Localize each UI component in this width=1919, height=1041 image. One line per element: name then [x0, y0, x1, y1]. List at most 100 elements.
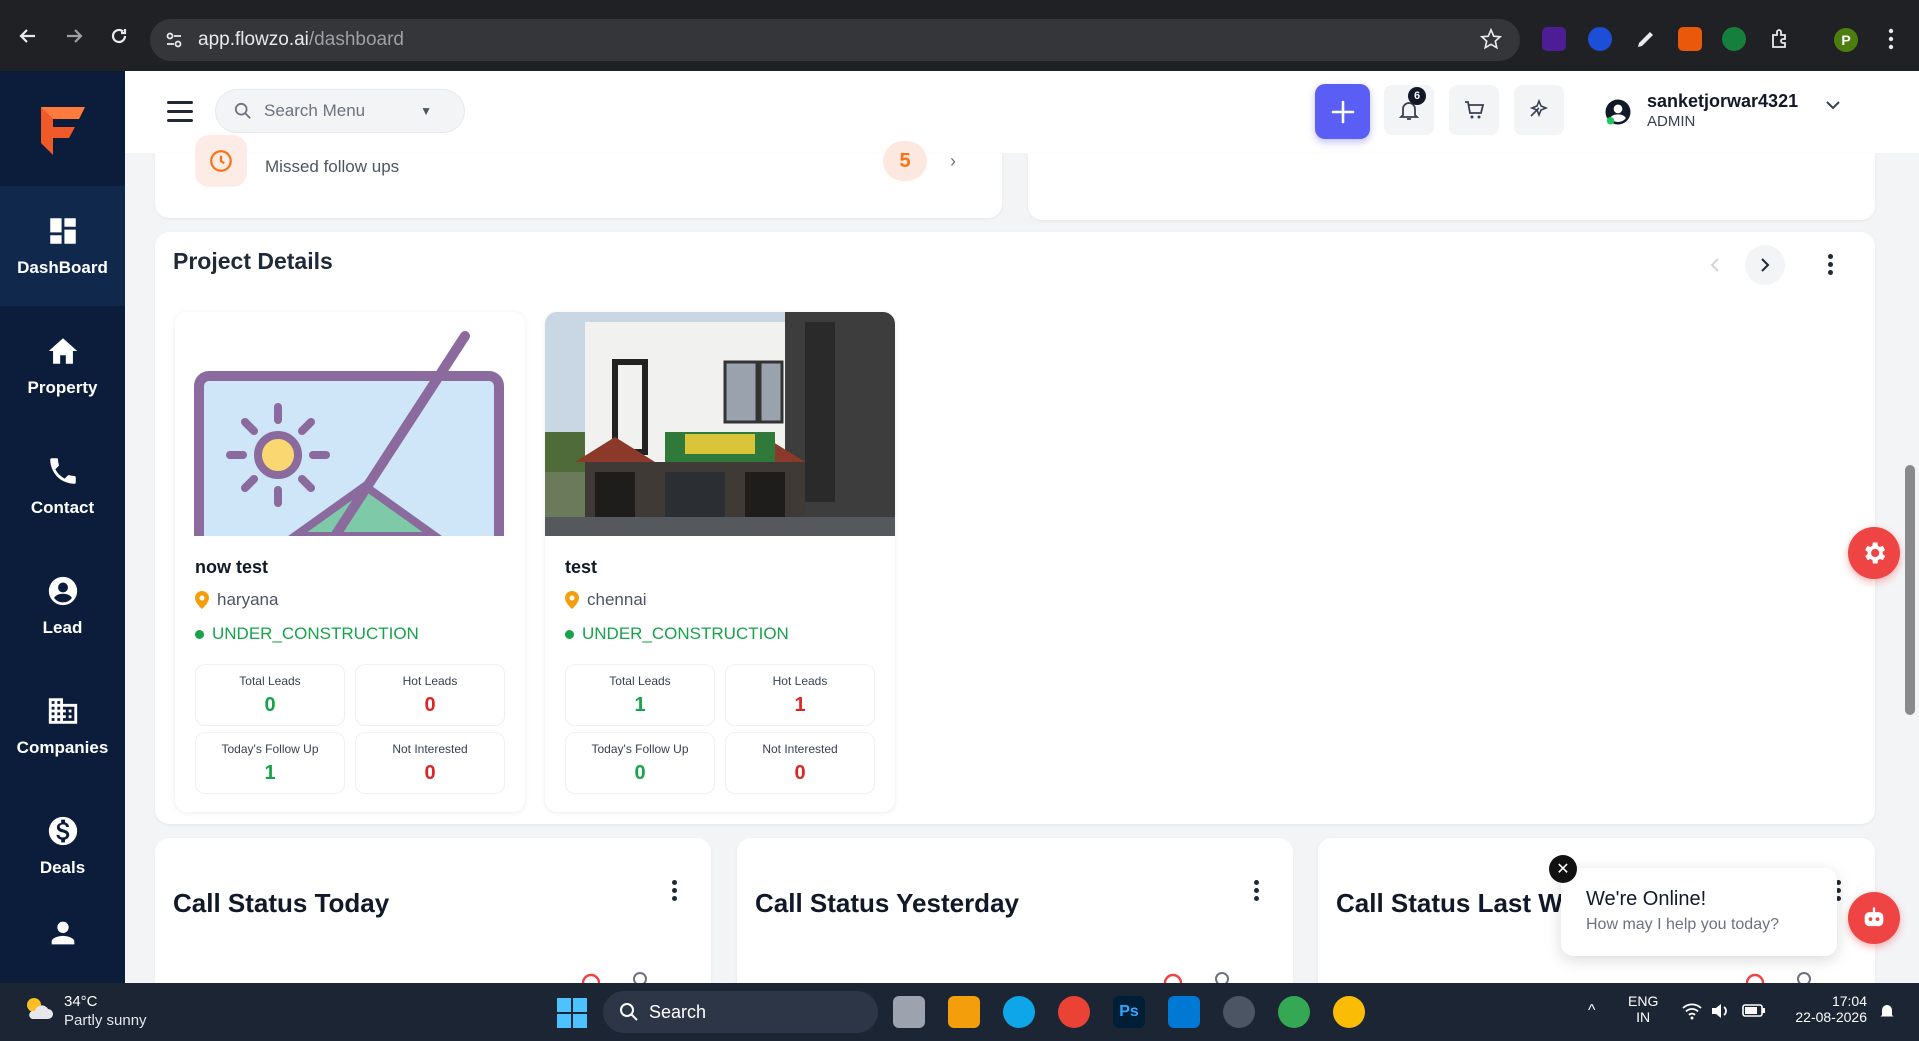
pen-extension-icon[interactable]	[1634, 27, 1658, 51]
back-arrow-icon[interactable]	[10, 18, 46, 54]
settings-fab[interactable]	[1848, 527, 1900, 579]
stat-label: Not Interested	[392, 742, 468, 756]
chevron-right-icon[interactable]: ›	[950, 151, 956, 172]
search-placeholder: Search Menu	[264, 101, 366, 120]
bookmark-star-icon[interactable]	[1479, 27, 1503, 55]
chat-popup[interactable]: We're Online! How may I help you today?	[1561, 868, 1837, 956]
stat-value: 0	[264, 694, 276, 716]
search-menu-input[interactable]: Search Menu ▼	[215, 89, 465, 133]
status-dot	[195, 629, 204, 639]
sidebar-item-user[interactable]	[0, 906, 125, 983]
call-status-today-card: Call Status Today	[155, 838, 711, 986]
battery-icon[interactable]	[1742, 1002, 1766, 1023]
location-pin-icon	[195, 591, 209, 609]
chrome-profile-icon[interactable]	[1278, 996, 1310, 1028]
close-icon[interactable]: ✕	[1549, 855, 1577, 883]
extensions-puzzle-icon[interactable]	[1768, 27, 1792, 51]
address-bar[interactable]: app.flowzo.ai/dashboard	[150, 19, 1520, 61]
volume-icon[interactable]	[1710, 1002, 1730, 1025]
more-options-icon[interactable]	[1828, 254, 1834, 278]
add-button[interactable]	[1315, 84, 1370, 139]
temperature: 34°C	[64, 993, 98, 1010]
more-options-icon[interactable]	[672, 880, 678, 904]
sidebar-item-label: Contact	[30, 498, 95, 517]
section-title: Project Details	[173, 248, 333, 274]
weather-widget[interactable]: 34°C Partly sunny	[22, 993, 147, 1030]
cart-button[interactable]	[1449, 85, 1499, 135]
project-card[interactable]: test chennai UNDER_CONSTRUCTION Total Le…	[545, 312, 895, 812]
partly-sunny-icon	[27, 998, 53, 1019]
stat-value: 1	[264, 762, 276, 784]
chevron-right-icon	[1761, 258, 1770, 272]
project-name: test	[565, 557, 598, 577]
chrome-profile-icon[interactable]	[1333, 996, 1365, 1028]
sidebar-item-companies[interactable]: Companies	[0, 666, 125, 786]
missed-followups-count[interactable]: 5	[883, 141, 927, 181]
hamburger-menu-icon[interactable]	[167, 101, 193, 123]
electron-app-icon[interactable]	[1223, 996, 1255, 1028]
edge-browser-icon[interactable]	[1003, 996, 1035, 1028]
wifi-icon[interactable]	[1682, 1002, 1702, 1025]
sidebar-item-lead[interactable]: Lead	[0, 546, 125, 666]
dollar-icon	[48, 816, 77, 846]
building-icon	[48, 698, 77, 724]
next-page-button[interactable]	[1745, 245, 1785, 285]
sidebar-item-property[interactable]: Property	[0, 306, 125, 426]
sidebar-item-contact[interactable]: Contact	[0, 426, 125, 546]
more-options-icon[interactable]	[1254, 880, 1260, 904]
extension-icon[interactable]	[1722, 27, 1746, 51]
user-circle-icon	[48, 576, 77, 606]
location-pin-icon	[565, 591, 579, 609]
stat-todays-follow-up: Today's Follow Up 0	[565, 732, 715, 794]
chevron-up-icon[interactable]: ^	[1588, 1002, 1596, 1020]
browser-menu-icon[interactable]	[1888, 28, 1894, 55]
stat-hot-leads: Hot Leads 0	[355, 664, 505, 726]
notifications-button[interactable]: 6	[1384, 85, 1434, 135]
project-location-text: haryana	[217, 590, 279, 609]
missed-followups-label: Missed follow ups	[265, 157, 400, 176]
refresh-icon[interactable]	[1744, 968, 1766, 983]
search-icon	[620, 1003, 638, 1021]
stat-not-interested: Not Interested 0	[355, 732, 505, 794]
cart-icon	[1465, 101, 1485, 119]
user-name: sanketjorwar4321	[1647, 91, 1799, 111]
photoshop-icon[interactable]: Ps	[1113, 996, 1145, 1028]
notification-center-icon[interactable]	[1878, 1002, 1896, 1025]
clock[interactable]: 17:04 22-08-2026	[1782, 993, 1867, 1025]
language-indicator[interactable]: ENG IN	[1628, 993, 1658, 1025]
image-placeholder-icon	[175, 312, 525, 536]
vscode-icon[interactable]	[1168, 996, 1200, 1028]
task-view-icon[interactable]	[893, 996, 925, 1028]
chevron-down-icon[interactable]	[1825, 97, 1841, 115]
sidebar-item-label: Property	[27, 378, 98, 397]
page-scrollbar[interactable]	[1905, 465, 1915, 715]
extension-icon[interactable]	[1678, 27, 1702, 51]
windows-start-icon[interactable]	[557, 998, 587, 1033]
ai-sparkle-button[interactable]	[1514, 85, 1564, 135]
extension-icon[interactable]	[1588, 27, 1612, 51]
project-card[interactable]: now test haryana UNDER_CONSTRUCTION Tota…	[175, 312, 525, 812]
taskbar-search-label: Search	[649, 1001, 707, 1022]
flowzo-logo[interactable]	[0, 71, 125, 186]
prev-page-button[interactable]	[1695, 245, 1735, 285]
call-status-yesterday-card: Call Status Yesterday	[737, 838, 1293, 986]
sidebar-item-dashboard[interactable]: DashBoard	[0, 186, 125, 306]
taskbar-search[interactable]: Search	[603, 991, 878, 1033]
chatbot-fab[interactable]	[1848, 892, 1900, 944]
forward-arrow-icon[interactable]	[56, 18, 92, 54]
sidebar-item-label: Deals	[39, 858, 86, 877]
file-explorer-icon[interactable]	[948, 996, 980, 1028]
reload-icon[interactable]	[101, 18, 137, 54]
profile-avatar[interactable]: P	[1834, 28, 1858, 52]
stat-label: Today's Follow Up	[221, 742, 319, 756]
search-icon[interactable]	[1795, 970, 1813, 983]
chevron-left-icon	[1710, 258, 1719, 272]
stat-label: Hot Leads	[772, 674, 828, 688]
sidebar-item-deals[interactable]: Deals	[0, 786, 125, 906]
site-settings-icon[interactable]	[164, 30, 184, 50]
url-domain: app.flowzo.ai	[198, 29, 309, 50]
stat-total-leads: Total Leads 0	[195, 664, 345, 726]
extension-icon[interactable]	[1542, 27, 1566, 51]
chrome-icon[interactable]	[1058, 996, 1090, 1028]
sidebar-item-label: Lead	[42, 618, 83, 637]
